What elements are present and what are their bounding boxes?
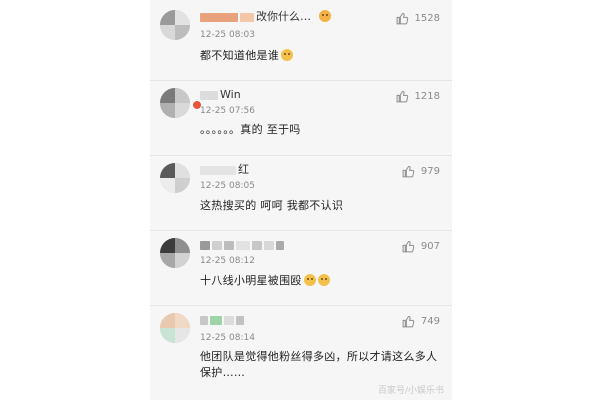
timestamp: 12-25 08:05 (200, 181, 255, 191)
thumbs-up-icon (402, 165, 415, 177)
username-text: Win (220, 88, 241, 101)
timestamp: 12-25 08:14 (200, 333, 255, 343)
timestamp: 12-25 07:56 (200, 106, 255, 116)
like-button[interactable]: 1218 (396, 88, 440, 104)
avatar[interactable] (160, 238, 190, 268)
comment-list: 改你什么… 1528 12-25 08:03 都不知道他是谁 Win 1218 … (150, 0, 452, 400)
username[interactable]: 红 (200, 163, 249, 177)
like-button[interactable]: 907 (402, 238, 440, 254)
like-count: 1218 (414, 90, 440, 102)
avatar[interactable] (160, 313, 190, 343)
comment-text-content: 都不知道他是谁 (200, 49, 280, 62)
username-text: 红 (238, 163, 249, 176)
username[interactable]: Win (200, 88, 241, 102)
username-text: 改你什么… (256, 10, 311, 23)
comment-item[interactable]: 改你什么… 1528 12-25 08:03 都不知道他是谁 (150, 0, 452, 80)
avatar[interactable] (160, 88, 190, 118)
comment-item[interactable]: Win 1218 12-25 07:56 。。。。。。真的 至于吗 (150, 80, 452, 155)
watermark: 百家号/小娱乐书 (377, 386, 444, 396)
like-button[interactable]: 749 (402, 313, 440, 329)
comment-item[interactable]: 907 12-25 08:12 十八线小明星被围殴 (150, 230, 452, 305)
comment-text: 都不知道他是谁 (200, 48, 445, 64)
like-button[interactable]: 979 (402, 163, 440, 179)
thumbs-up-icon (396, 12, 408, 24)
thumbs-up-icon (402, 315, 415, 327)
like-count: 979 (420, 165, 440, 177)
comment-item[interactable]: 红 979 12-25 08:05 这热搜买的 呵呵 我都不认识 (150, 155, 452, 230)
avatar[interactable] (160, 163, 190, 193)
smirk-emoji-icon (317, 274, 330, 286)
timestamp: 12-25 08:12 (200, 256, 255, 266)
like-count: 749 (420, 315, 440, 327)
username[interactable] (200, 313, 246, 327)
comment-text: 。。。。。。真的 至于吗 (200, 123, 301, 136)
like-count: 907 (420, 240, 440, 252)
grin-emoji-icon (281, 49, 294, 61)
thumbs-up-icon (396, 90, 408, 102)
comment-text-content: 十八线小明星被围殴 (200, 274, 302, 287)
like-button[interactable]: 1528 (396, 10, 440, 26)
thumbs-up-icon (402, 240, 415, 252)
face-emoji-icon (319, 10, 331, 22)
timestamp: 12-25 08:03 (200, 30, 255, 40)
comment-text: 这热搜买的 呵呵 我都不认识 (200, 199, 344, 212)
comment-text: 十八线小明星被围殴 (200, 273, 445, 289)
comment-text: 他团队是觉得他粉丝得多凶，所以才请这么多人保护…… (200, 350, 438, 379)
smirk-emoji-icon (303, 274, 316, 286)
username[interactable] (200, 238, 286, 252)
like-count: 1528 (414, 12, 440, 24)
username[interactable]: 改你什么… (200, 10, 331, 24)
avatar[interactable] (160, 10, 190, 40)
